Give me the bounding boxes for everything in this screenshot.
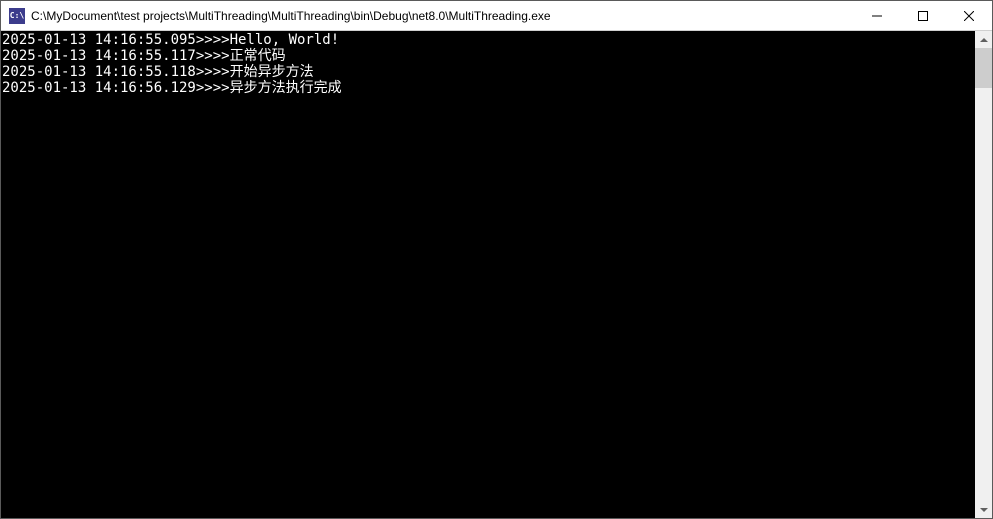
console-body: 2025-01-13 14:16:55.095>>>>Hello, World!… — [1, 31, 992, 518]
scroll-up-button[interactable] — [975, 31, 992, 48]
console-line: 2025-01-13 14:16:55.095>>>>Hello, World! — [2, 32, 974, 48]
minimize-icon — [872, 11, 882, 21]
chevron-up-icon — [980, 38, 988, 42]
chevron-down-icon — [980, 508, 988, 512]
window-controls — [854, 1, 992, 30]
console-line: 2025-01-13 14:16:56.129>>>>异步方法执行完成 — [2, 80, 974, 96]
maximize-button[interactable] — [900, 1, 946, 30]
titlebar[interactable]: C:\ C:\MyDocument\test projects\MultiThr… — [1, 1, 992, 31]
maximize-icon — [918, 11, 928, 21]
vertical-scrollbar[interactable] — [975, 31, 992, 518]
console-line: 2025-01-13 14:16:55.118>>>>开始异步方法 — [2, 64, 974, 80]
scrollbar-track[interactable] — [975, 48, 992, 501]
window-title: C:\MyDocument\test projects\MultiThreadi… — [31, 9, 854, 23]
console-window: C:\ C:\MyDocument\test projects\MultiThr… — [0, 0, 993, 519]
scrollbar-thumb[interactable] — [975, 48, 992, 88]
console-line: 2025-01-13 14:16:55.117>>>>正常代码 — [2, 48, 974, 64]
close-icon — [964, 11, 974, 21]
app-icon: C:\ — [9, 8, 25, 24]
console-output[interactable]: 2025-01-13 14:16:55.095>>>>Hello, World!… — [1, 31, 975, 518]
minimize-button[interactable] — [854, 1, 900, 30]
close-button[interactable] — [946, 1, 992, 30]
scroll-down-button[interactable] — [975, 501, 992, 518]
